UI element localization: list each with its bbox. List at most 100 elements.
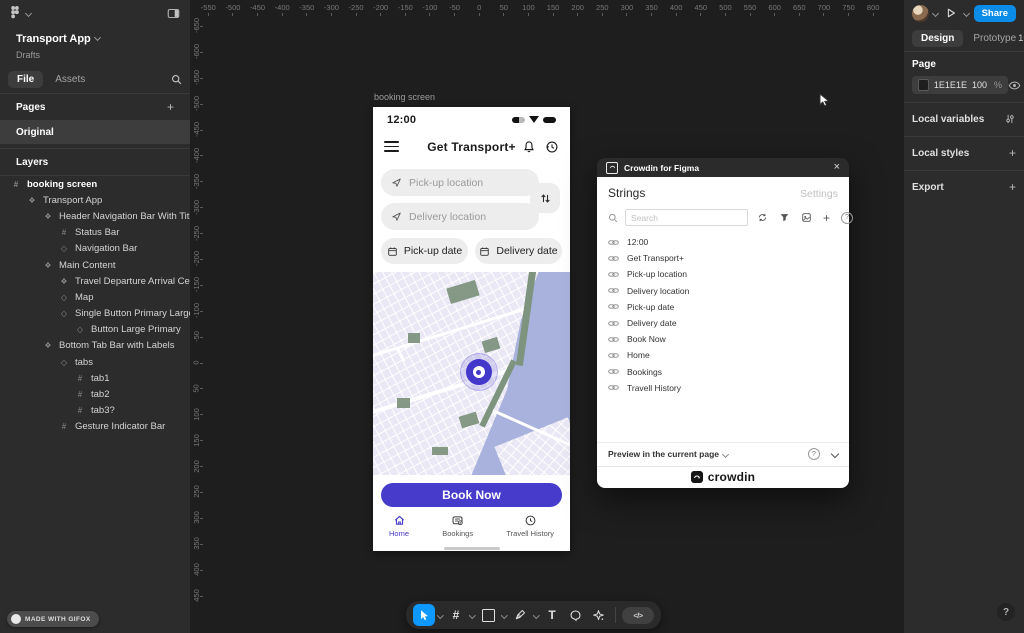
tab-assets[interactable]: Assets xyxy=(55,74,85,85)
help-button[interactable]: ? xyxy=(997,603,1015,621)
preview-toggle[interactable]: Preview in the current page xyxy=(608,449,719,459)
chevron-down-icon[interactable] xyxy=(25,9,32,16)
plugin-search-input[interactable] xyxy=(625,209,748,226)
tab-travel-history[interactable]: Travell History xyxy=(506,514,554,538)
string-item[interactable]: Delivery location xyxy=(608,283,838,299)
eye-icon[interactable] xyxy=(1008,80,1021,91)
string-item[interactable]: Pick-up date xyxy=(608,299,838,315)
filter-icon[interactable] xyxy=(779,212,790,223)
add-style-button[interactable]: + xyxy=(1009,147,1016,159)
string-item-label: Book Now xyxy=(627,334,666,344)
tab-design[interactable]: Design xyxy=(912,30,963,47)
dev-mode-toggle[interactable]: </> xyxy=(622,607,654,624)
layer-item[interactable]: # tab1 xyxy=(0,370,190,386)
location-pin[interactable] xyxy=(460,353,498,391)
ruler-tick-label: 50 xyxy=(190,375,203,401)
swap-locations-button[interactable] xyxy=(530,183,560,213)
layer-item[interactable]: # Status Bar xyxy=(0,225,190,241)
history-icon[interactable] xyxy=(545,140,559,154)
figma-logo-icon[interactable] xyxy=(10,6,20,21)
canvas[interactable]: -550 -500 -450 -400 -350 -300 -250 -200 … xyxy=(190,0,904,633)
actions-icon[interactable] xyxy=(587,604,609,626)
layer-item[interactable]: # tab3? xyxy=(0,403,190,419)
avatar[interactable] xyxy=(912,5,929,22)
plugin-titlebar[interactable]: Crowdin for Figma × xyxy=(597,158,849,177)
tab-prototype[interactable]: Prototype xyxy=(973,33,1016,44)
color-swatch[interactable] xyxy=(918,79,929,91)
layer-item[interactable]: ◇ tabs xyxy=(0,354,190,370)
layer-item[interactable]: ❖ Transport App xyxy=(0,192,190,208)
string-item[interactable]: Bookings xyxy=(608,364,838,380)
string-item-label: Get Transport+ xyxy=(627,253,684,263)
layer-item[interactable]: ❖ Main Content xyxy=(0,257,190,273)
delivery-date-button[interactable]: Delivery date xyxy=(475,238,562,264)
share-button[interactable]: Share xyxy=(974,5,1016,22)
image-icon[interactable] xyxy=(801,212,812,223)
ruler-tick-label: 750 xyxy=(836,0,861,18)
tab-file[interactable]: File xyxy=(8,71,43,88)
chevron-down-icon[interactable] xyxy=(831,450,839,458)
move-tool-menu[interactable] xyxy=(436,613,444,618)
book-now-button[interactable]: Book Now xyxy=(381,483,562,507)
play-icon[interactable] xyxy=(945,7,957,19)
comment-tool[interactable] xyxy=(564,604,586,626)
layer-item[interactable]: ◇ Map xyxy=(0,289,190,305)
help-icon[interactable]: ? xyxy=(808,448,820,460)
link-icon xyxy=(608,335,619,344)
layer-item[interactable]: ◇ Single Button Primary Large xyxy=(0,306,190,322)
string-item[interactable]: 12:00 xyxy=(608,234,838,250)
pen-tool-menu[interactable] xyxy=(532,613,540,618)
string-item[interactable]: Home xyxy=(608,347,838,363)
add-string-button[interactable]: + xyxy=(823,211,830,225)
add-page-button[interactable]: + xyxy=(167,101,174,113)
layer-item[interactable]: # booking screen xyxy=(0,176,190,192)
ruler-tick-label: 650 xyxy=(787,0,812,18)
shape-tool[interactable] xyxy=(477,604,499,626)
pen-tool[interactable] xyxy=(509,604,531,626)
layer-item-label: Main Content xyxy=(59,260,116,271)
move-tool[interactable] xyxy=(413,604,435,626)
pickup-date-button[interactable]: Pick-up date xyxy=(381,238,468,264)
close-icon[interactable]: × xyxy=(834,162,840,173)
layer-item[interactable]: # tab2 xyxy=(0,386,190,402)
help-icon[interactable]: ? xyxy=(841,212,853,224)
string-item[interactable]: Travell History xyxy=(608,380,838,396)
layer-type-icon: ❖ xyxy=(42,261,54,270)
layer-item-label: tab2 xyxy=(91,389,110,400)
page-color-input[interactable]: 1E1E1E 100 % xyxy=(912,76,1008,94)
layer-item[interactable]: ❖ Travel Departure Arrival Cells and Dat… xyxy=(0,273,190,289)
text-tool[interactable]: T xyxy=(541,604,563,626)
delivery-location-field[interactable]: Delivery location xyxy=(381,203,539,230)
sync-icon[interactable] xyxy=(757,212,768,223)
page-item-original[interactable]: Original xyxy=(0,120,190,144)
frame-name-label[interactable]: booking screen xyxy=(374,92,435,102)
ruler-tick-label: -400 xyxy=(270,0,295,18)
layer-item[interactable]: ◇ Navigation Bar xyxy=(0,241,190,257)
layer-item[interactable]: ◇ Button Large Primary xyxy=(0,322,190,338)
search-row: + ? xyxy=(608,209,838,226)
string-item[interactable]: Delivery date xyxy=(608,315,838,331)
bell-icon[interactable] xyxy=(522,140,536,154)
tab-home[interactable]: Home xyxy=(389,514,409,538)
chevron-down-icon[interactable] xyxy=(932,9,939,16)
map[interactable] xyxy=(373,272,570,475)
string-item[interactable]: Book Now xyxy=(608,331,838,347)
frame-tool-menu[interactable] xyxy=(468,613,476,618)
layer-item[interactable]: # Gesture Indicator Bar xyxy=(0,419,190,435)
layer-item[interactable]: ❖ Header Navigation Bar With Title xyxy=(0,208,190,224)
settings-link[interactable]: Settings xyxy=(800,188,838,200)
shape-tool-menu[interactable] xyxy=(500,613,508,618)
variables-icon[interactable] xyxy=(1004,113,1016,125)
string-item[interactable]: Get Transport+ xyxy=(608,250,838,266)
tab-bookings[interactable]: Bookings xyxy=(442,514,473,538)
string-item[interactable]: Pick-up location xyxy=(608,266,838,282)
zoom-level[interactable]: 100% xyxy=(1018,33,1024,44)
panel-toggle-icon[interactable] xyxy=(167,7,180,20)
add-export-button[interactable]: + xyxy=(1009,181,1016,193)
search-icon[interactable] xyxy=(171,74,182,85)
layer-item[interactable]: ❖ Bottom Tab Bar with Labels xyxy=(0,338,190,354)
chevron-down-icon[interactable] xyxy=(963,9,970,16)
pickup-location-field[interactable]: Pick-up location xyxy=(381,169,539,196)
booking-screen-frame[interactable]: 12:00 Get Transport+ xyxy=(373,107,570,551)
frame-tool[interactable]: # xyxy=(445,604,467,626)
